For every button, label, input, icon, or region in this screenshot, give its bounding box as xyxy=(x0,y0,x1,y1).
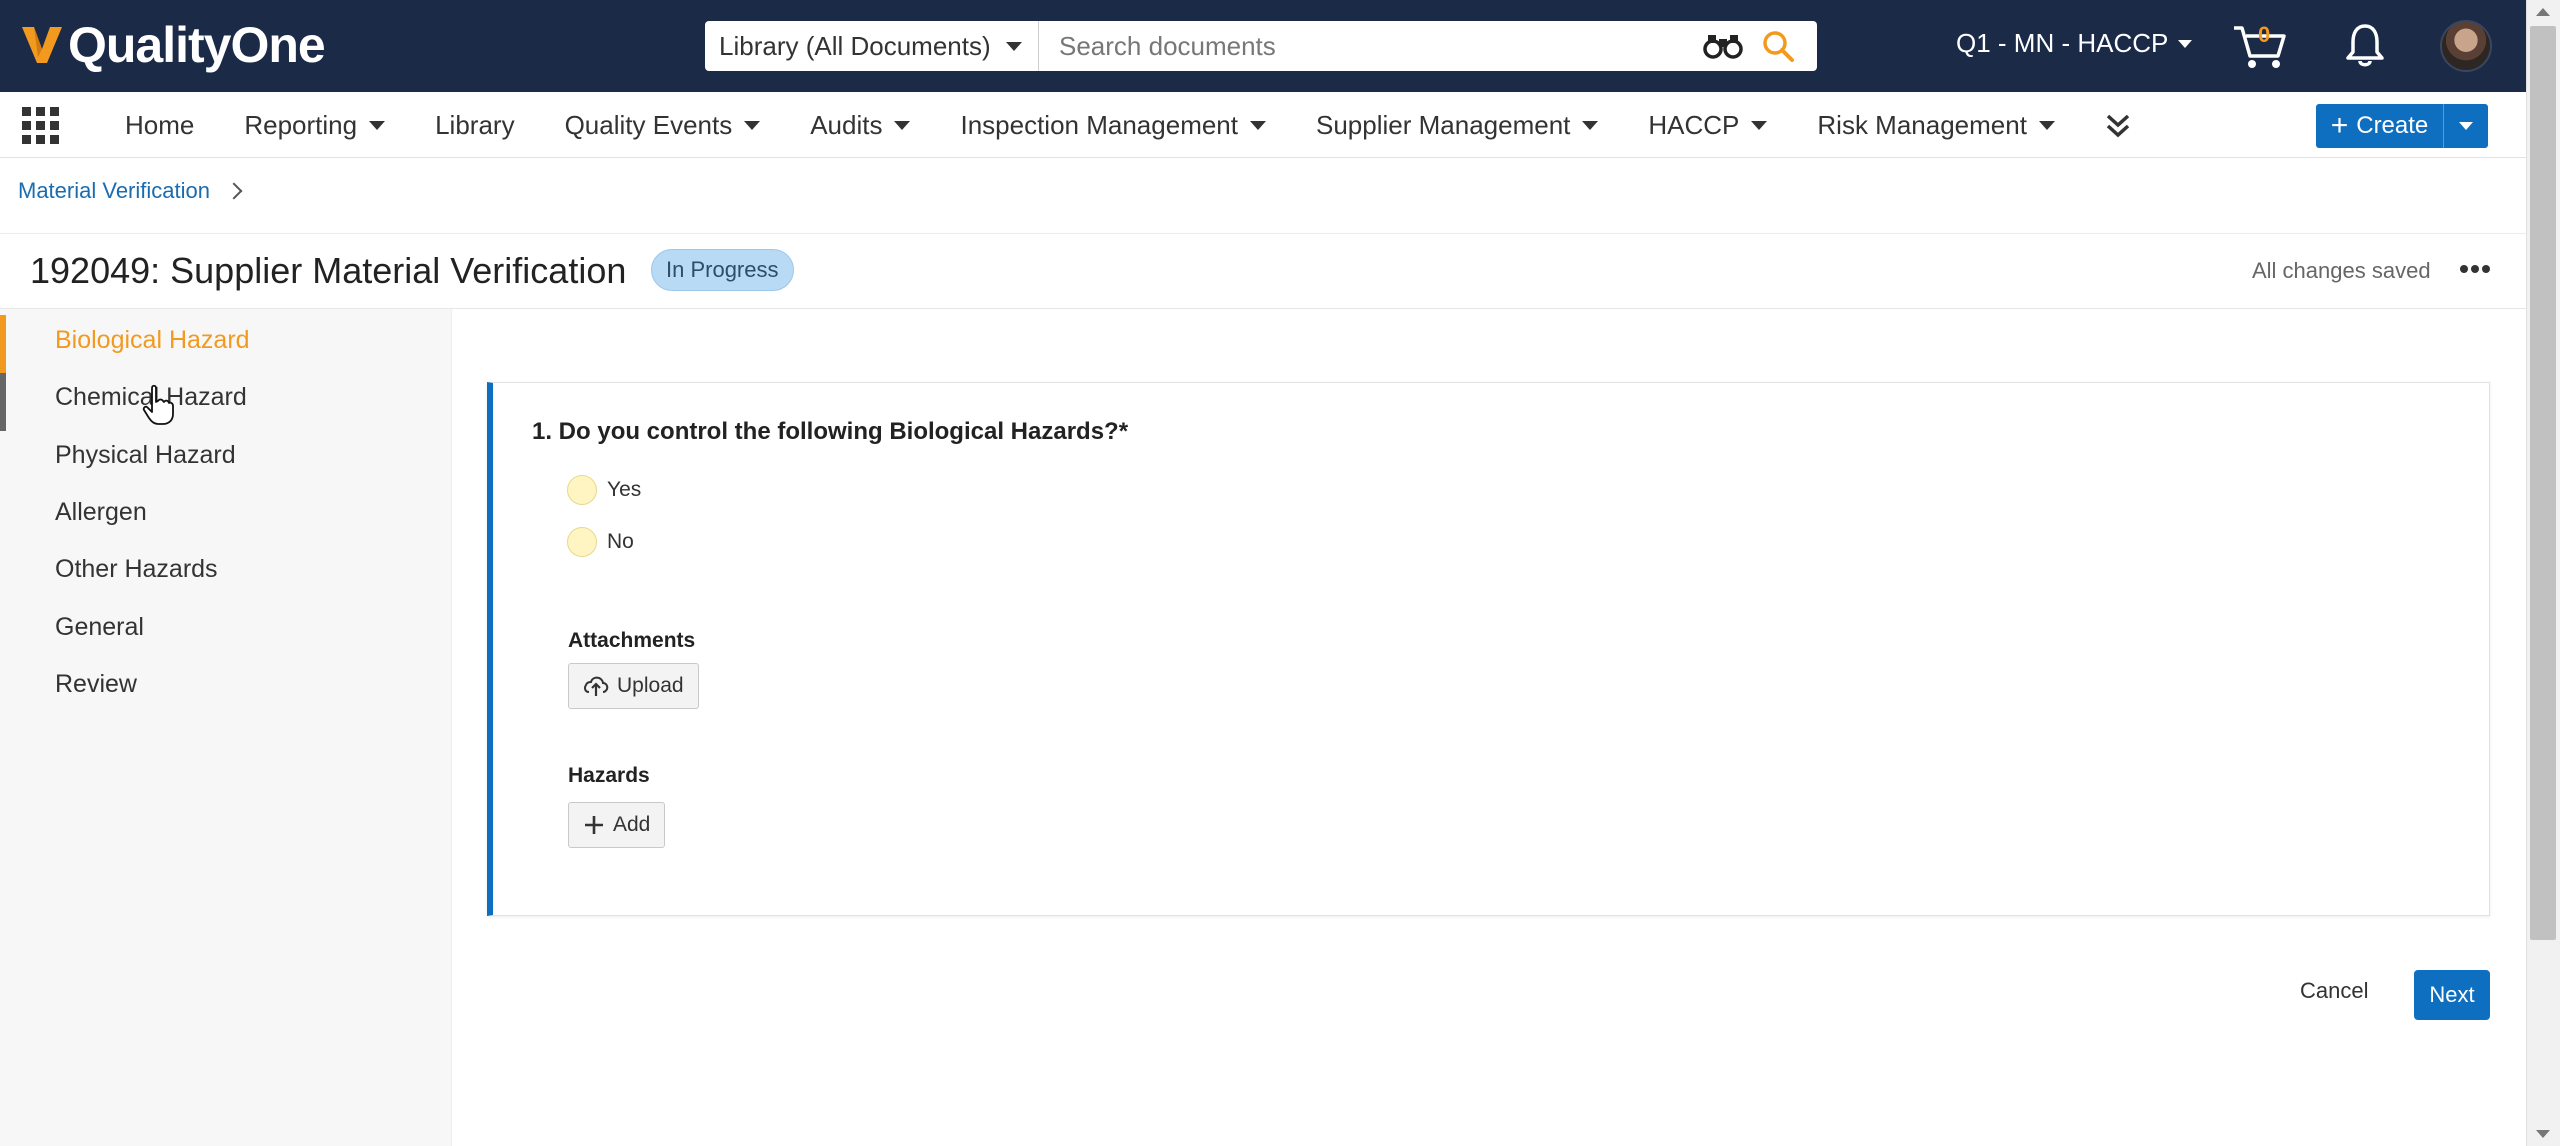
search-icon[interactable] xyxy=(1761,29,1795,63)
nav-item-risk-management[interactable]: Risk Management xyxy=(1817,110,2055,141)
next-button[interactable]: Next xyxy=(2414,970,2490,1020)
sidebar-item-biological-hazard[interactable]: Biological Hazard xyxy=(55,326,250,355)
double-chevron-down-icon[interactable] xyxy=(2104,112,2132,140)
nav-item-label: Home xyxy=(125,109,195,140)
sidebar-item-general[interactable]: General xyxy=(55,613,144,642)
more-actions-icon[interactable] xyxy=(2460,264,2490,274)
create-button[interactable]: + Create xyxy=(2316,104,2488,148)
question-card xyxy=(487,382,2490,916)
sidebar-item-physical-hazard[interactable]: Physical Hazard xyxy=(55,441,236,470)
radio-label: No xyxy=(607,530,634,553)
chevron-down-icon xyxy=(744,120,761,130)
nav-item-label: Supplier Management xyxy=(1316,109,1571,140)
sidebar-item-other-hazards[interactable]: Other Hazards xyxy=(55,555,218,584)
chevron-down-icon xyxy=(894,120,911,130)
status-badge: In Progress xyxy=(651,249,794,291)
cancel-button[interactable]: Cancel xyxy=(2300,978,2368,1004)
nav-item-label: Inspection Management xyxy=(960,109,1238,140)
top-bar: QualityOne Library (All Documents) Q1 - … xyxy=(0,0,2526,92)
plus-icon xyxy=(585,816,603,834)
app-grid-icon[interactable] xyxy=(22,107,60,145)
chevron-down-icon xyxy=(2038,120,2055,130)
user-avatar[interactable] xyxy=(2440,20,2492,72)
app-logo[interactable]: QualityOne xyxy=(20,14,326,76)
nav-item-library[interactable]: Library xyxy=(435,110,514,141)
nav-item-quality-events[interactable]: Quality Events xyxy=(565,110,761,141)
binoculars-icon[interactable] xyxy=(1703,31,1743,61)
nav-item-label: Reporting xyxy=(244,109,358,140)
nav-item-label: Risk Management xyxy=(1817,109,2027,140)
vault-selector[interactable]: Q1 - MN - HACCP xyxy=(1956,28,2193,59)
logo-v-icon xyxy=(22,27,62,63)
vault-label: Q1 - MN - HACCP xyxy=(1956,28,2169,58)
logo-text: QualityOne xyxy=(68,17,326,73)
add-label: Add xyxy=(613,813,651,836)
nav-item-label: Quality Events xyxy=(564,109,733,140)
nav-item-home[interactable]: Home xyxy=(125,110,194,141)
active-section-marker xyxy=(0,315,6,373)
nav-item-label: HACCP xyxy=(1648,109,1740,140)
breadcrumb: Material Verification xyxy=(18,178,243,204)
cart-count-badge: 0 xyxy=(2258,22,2271,47)
search-scope-label: Library (All Documents) xyxy=(719,30,991,61)
nav-item-supplier-management[interactable]: Supplier Management xyxy=(1316,109,1599,141)
question-text: 1. Do you control the following Biologic… xyxy=(532,418,1129,445)
radio-label: Yes xyxy=(607,478,642,501)
create-label: Create xyxy=(2356,112,2429,139)
nav-item-audits[interactable]: Audits xyxy=(810,109,911,141)
search-input[interactable] xyxy=(1039,21,1703,71)
search-bar: Library (All Documents) xyxy=(705,21,1817,71)
nav-bar: Home Reporting Library Quality Events Au… xyxy=(0,92,2526,158)
radio-option-no[interactable]: No xyxy=(567,527,634,557)
nav-menu: Home Reporting Library Quality Events Au… xyxy=(125,92,2055,158)
chevron-down-icon xyxy=(2459,122,2473,130)
scrollbar-thumb[interactable] xyxy=(2530,26,2556,940)
chevron-right-icon xyxy=(225,182,243,200)
chevron-down-icon xyxy=(1582,120,1599,130)
upload-button[interactable]: Upload xyxy=(568,663,699,709)
plus-icon: + xyxy=(2330,109,2349,142)
sidebar-item-allergen[interactable]: Allergen xyxy=(55,498,147,527)
hazards-label: Hazards xyxy=(568,764,650,787)
chevron-down-icon xyxy=(1751,120,1768,130)
attachments-label: Attachments xyxy=(568,629,696,652)
create-main-button[interactable]: + Create xyxy=(2316,104,2444,148)
nav-item-reporting[interactable]: Reporting xyxy=(244,109,386,141)
chevron-down-icon xyxy=(369,120,386,130)
nav-item-label: Audits xyxy=(810,109,883,140)
breadcrumb-link[interactable]: Material Verification xyxy=(18,178,210,204)
chevron-down-icon xyxy=(2178,39,2193,48)
sidebar-item-review[interactable]: Review xyxy=(55,670,137,699)
scroll-up-icon[interactable] xyxy=(2536,8,2550,16)
radio-option-yes[interactable]: Yes xyxy=(567,475,641,505)
save-status: All changes saved xyxy=(2252,258,2431,283)
nav-item-haccp[interactable]: HACCP xyxy=(1648,109,1768,141)
add-hazard-button[interactable]: Add xyxy=(568,802,666,848)
page-title: 192049: Supplier Material Verification xyxy=(30,250,627,291)
radio-button[interactable] xyxy=(567,527,597,557)
upload-label: Upload xyxy=(617,674,684,697)
section-marker xyxy=(0,373,6,431)
hand-cursor-icon xyxy=(142,384,174,425)
chevron-down-icon xyxy=(1250,120,1266,130)
nav-item-inspection-management[interactable]: Inspection Management xyxy=(960,110,1266,141)
search-scope-select[interactable]: Library (All Documents) xyxy=(705,21,1039,71)
create-dropdown-button[interactable] xyxy=(2444,122,2488,130)
scroll-down-icon[interactable] xyxy=(2536,1130,2550,1138)
nav-item-label: Library xyxy=(435,109,515,140)
bell-icon[interactable] xyxy=(2344,22,2386,68)
upload-icon xyxy=(584,676,609,696)
divider xyxy=(0,233,2526,234)
chevron-down-icon xyxy=(1006,42,1022,51)
section-sidebar: Biological Hazard Chemical Hazard Physic… xyxy=(0,309,452,1146)
radio-button[interactable] xyxy=(567,475,597,505)
